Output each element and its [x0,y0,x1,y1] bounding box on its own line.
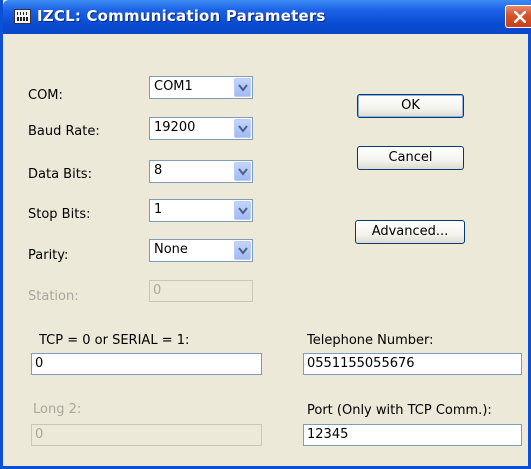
com-dropdown-button[interactable] [234,78,251,97]
data-bits-label: Data Bits: [28,167,92,182]
tcp-serial-label: TCP = 0 or SERIAL = 1: [39,333,190,348]
stop-bits-dropdown-button[interactable] [234,201,251,220]
baud-rate-dropdown-button[interactable] [234,119,251,138]
parity-select[interactable]: None [149,239,253,262]
stop-bits-label: Stop Bits: [28,207,91,222]
chevron-down-icon [238,125,248,133]
port-input[interactable]: 12345 [303,424,522,446]
cancel-button[interactable]: Cancel [357,146,464,170]
stop-bits-value: 1 [154,202,163,217]
title-bar[interactable]: IZCL: Communication Parameters [3,0,531,34]
chevron-down-icon [238,207,248,215]
parity-value: None [154,242,188,257]
chevron-down-icon [238,247,248,255]
baud-rate-label: Baud Rate: [28,124,100,139]
data-bits-value: 8 [154,163,163,178]
station-label: Station: [28,289,79,304]
long2-value: 0 [35,427,44,442]
tcp-serial-value: 0 [35,356,44,371]
com-select[interactable]: COM1 [149,76,253,99]
window-title: IZCL: Communication Parameters [37,7,326,25]
telephone-value: 0551155055676 [307,356,415,371]
dialog-window: IZCL: Communication Parameters COM: COM1… [0,0,531,469]
chevron-down-icon [238,168,248,176]
baud-rate-select[interactable]: 19200 [149,117,253,140]
com-value: COM1 [154,79,193,94]
telephone-input[interactable]: 0551155055676 [303,353,522,375]
port-label: Port (Only with TCP Comm.): [307,403,492,418]
com-label: COM: [28,88,63,103]
long2-label: Long 2: [33,402,82,417]
station-value: 0 [153,283,162,298]
advanced-button[interactable]: Advanced... [355,220,465,244]
close-button[interactable] [505,5,531,28]
chevron-down-icon [238,84,248,92]
long2-input: 0 [31,424,262,446]
telephone-label: Telephone Number: [307,333,434,348]
close-icon [514,11,526,23]
data-bits-dropdown-button[interactable] [234,162,251,181]
app-icon [14,9,31,24]
station-input: 0 [149,280,253,302]
tcp-serial-input[interactable]: 0 [31,353,262,375]
data-bits-select[interactable]: 8 [149,160,253,183]
parity-dropdown-button[interactable] [234,241,251,260]
ok-button[interactable]: OK [357,94,464,118]
parity-label: Parity: [28,248,69,263]
baud-rate-value: 19200 [154,120,196,135]
stop-bits-select[interactable]: 1 [149,199,253,222]
port-value: 12345 [307,427,349,442]
